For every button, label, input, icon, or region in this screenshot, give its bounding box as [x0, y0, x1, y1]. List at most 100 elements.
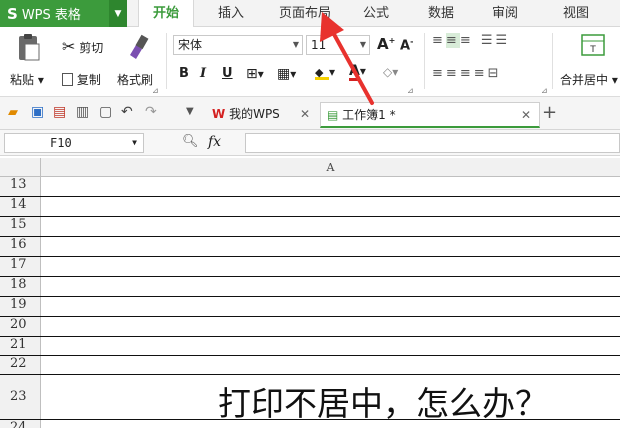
tab-my-wps-label: 我的WPS	[229, 107, 280, 121]
tab-page-layout[interactable]: 页面布局	[272, 0, 338, 27]
font-color-icon: A	[349, 63, 360, 81]
merge-center-icon[interactable]: T	[581, 33, 605, 57]
print-icon[interactable]: ▥	[76, 104, 89, 120]
horizontal-align-group[interactable]: ≡≡≡≡⊟	[432, 66, 502, 81]
vertical-align-group[interactable]: ≡≡≡ ☰☰	[432, 33, 510, 48]
italic-button[interactable]: I	[200, 66, 206, 81]
grid-row[interactable]: 23 打印不居中，怎么办？	[0, 375, 620, 423]
tab-review[interactable]: 审阅	[484, 0, 526, 27]
undo-icon[interactable]: ↶	[121, 104, 133, 120]
row-header[interactable]: 14	[0, 197, 41, 216]
indent-decrease-icon[interactable]: ☰	[481, 33, 496, 48]
sheet-grid: 13 14 15 16 17 18 19 20 21 22 23 打印不居中，怎…	[0, 177, 620, 428]
tab-home[interactable]: 开始	[138, 0, 194, 28]
row-header[interactable]: 17	[0, 257, 41, 276]
select-all-corner[interactable]	[0, 158, 41, 177]
grid-row[interactable]: 17	[0, 257, 620, 277]
shrink-font-button[interactable]: A-	[400, 37, 413, 53]
fill-color-button[interactable]: ◆ ▾	[315, 65, 335, 80]
clear-format-button[interactable]: ◇▾	[383, 65, 398, 79]
align-center-icon[interactable]: ≡	[446, 66, 460, 81]
zoom-search-icon[interactable]: 🔍︎	[182, 134, 199, 149]
brush-icon[interactable]	[124, 33, 152, 61]
name-box[interactable]: F10 ▼	[4, 133, 144, 153]
grow-font-label: A	[377, 35, 389, 53]
column-header-row: A	[0, 158, 620, 177]
grid-row[interactable]: 15	[0, 217, 620, 237]
grid-row[interactable]: 18	[0, 277, 620, 297]
print-preview-icon[interactable]: ▢	[99, 104, 112, 120]
grid-row[interactable]: 21	[0, 337, 620, 356]
font-size-select[interactable]: 11 ▼	[306, 35, 370, 55]
grid-row[interactable]: 16	[0, 237, 620, 257]
ribbon: 粘贴 ▾ ✂ 剪切 复制 格式刷 ⊿ 宋体 ▼ 11 ▼ A+ A- B I U ⊞…	[0, 27, 620, 97]
align-middle-icon[interactable]: ≡	[445, 33, 460, 48]
new-tab-icon[interactable]: +	[542, 102, 557, 123]
save-icon[interactable]: ▣	[31, 104, 44, 120]
cell-style-button[interactable]: ▦▾	[277, 66, 296, 82]
tab-workbook[interactable]: ▤ 工作簿1 * ✕	[320, 102, 540, 128]
grid-row[interactable]: 24	[0, 420, 620, 428]
formula-bar: F10 ▼ 🔍︎ fx	[0, 130, 620, 156]
tab-data[interactable]: 数据	[420, 0, 462, 27]
row-header[interactable]: 19	[0, 297, 41, 316]
font-launcher-icon[interactable]: ⊿	[407, 86, 414, 95]
row-header[interactable]: 15	[0, 217, 41, 236]
customize-dropdown-icon[interactable]: ▼	[186, 106, 194, 117]
bold-button[interactable]: B	[179, 66, 189, 81]
fx-button[interactable]: fx	[208, 134, 221, 150]
paste-icon[interactable]	[12, 33, 46, 63]
grid-row[interactable]: 13	[0, 177, 620, 197]
align-top-icon[interactable]: ≡	[432, 33, 446, 48]
row-header[interactable]: 20	[0, 317, 41, 336]
close-icon[interactable]: ✕	[300, 102, 310, 126]
row-header[interactable]: 23	[0, 375, 41, 419]
app-dropdown-icon[interactable]: ▼	[109, 0, 127, 27]
font-name-select[interactable]: 宋体 ▼	[173, 35, 303, 55]
merge-center-button[interactable]: 合并居中 ▾	[560, 71, 618, 88]
align-right-icon[interactable]: ≡	[460, 66, 474, 81]
alignment-launcher-icon[interactable]: ⊿	[541, 86, 548, 95]
column-header-a[interactable]: A	[41, 158, 620, 177]
tab-formula[interactable]: 公式	[355, 0, 397, 27]
row-header[interactable]: 22	[0, 356, 41, 374]
grid-row[interactable]: 14	[0, 197, 620, 217]
justify-icon[interactable]: ≡	[474, 66, 488, 81]
format-painter-button[interactable]: 格式刷	[117, 71, 153, 88]
distributed-icon[interactable]: ⊟	[488, 66, 502, 81]
row-header[interactable]: 21	[0, 337, 41, 355]
row-header[interactable]: 18	[0, 277, 41, 296]
cut-button[interactable]: ✂ 剪切	[62, 37, 103, 56]
borders-button[interactable]: ⊞▾	[246, 66, 264, 82]
grid-row[interactable]: 20	[0, 317, 620, 337]
font-color-button[interactable]: A▾	[349, 64, 366, 81]
dropdown-arrow-icon: ▼	[292, 40, 299, 49]
grid-row[interactable]: 19	[0, 297, 620, 317]
underline-button[interactable]: U	[222, 66, 233, 81]
menu-bar: S WPS 表格 ▼ 开始 插入 页面布局 公式 数据 审阅 视图	[0, 0, 620, 28]
open-folder-icon[interactable]: ▰	[8, 105, 18, 120]
row-header[interactable]: 24	[0, 420, 41, 428]
copy-button[interactable]: 复制	[62, 71, 101, 88]
app-menu-button[interactable]: S WPS 表格	[0, 0, 109, 27]
export-pdf-icon[interactable]: ▤	[53, 104, 66, 120]
font-name-value: 宋体	[178, 38, 203, 52]
redo-icon[interactable]: ↷	[145, 104, 157, 120]
formula-input[interactable]	[245, 133, 620, 153]
align-left-icon[interactable]: ≡	[432, 66, 446, 81]
paint-bucket-icon: ◆	[315, 66, 329, 80]
indent-increase-icon[interactable]: ☰	[496, 33, 511, 48]
row-header[interactable]: 16	[0, 237, 41, 256]
divider	[166, 33, 167, 89]
grow-font-button[interactable]: A+	[377, 35, 395, 53]
tab-view[interactable]: 视图	[555, 0, 597, 27]
tab-my-wps[interactable]: W 我的WPS ✕	[206, 102, 314, 128]
clipboard-launcher-icon[interactable]: ⊿	[152, 86, 159, 95]
cell-text[interactable]: 打印不居中，怎么办？	[218, 377, 548, 425]
grid-row[interactable]: 22	[0, 356, 620, 375]
close-icon[interactable]: ✕	[521, 103, 531, 127]
paste-button[interactable]: 粘贴 ▾	[10, 71, 44, 88]
tab-insert[interactable]: 插入	[208, 0, 254, 27]
align-bottom-icon[interactable]: ≡	[460, 33, 474, 48]
row-header[interactable]: 13	[0, 177, 41, 196]
